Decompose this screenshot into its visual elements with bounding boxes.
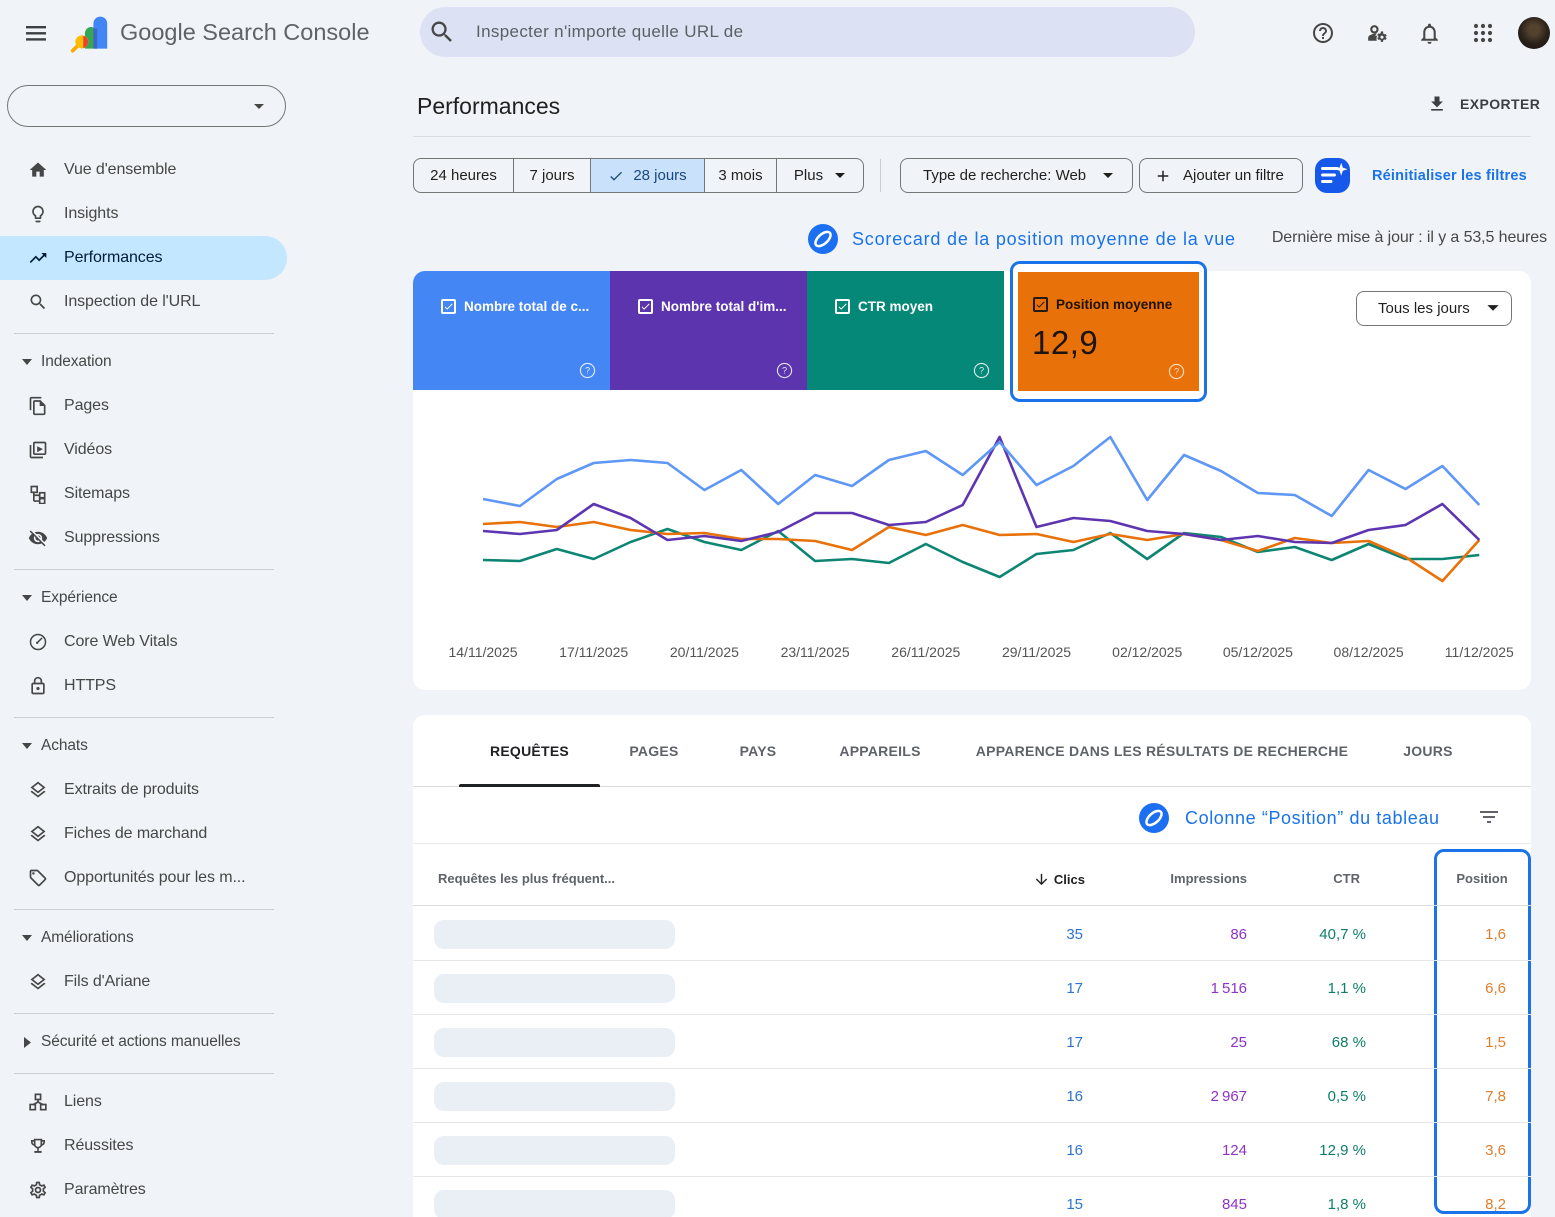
svg-text:?: ? bbox=[979, 366, 984, 376]
svg-text:08/12/2025: 08/12/2025 bbox=[1334, 644, 1404, 660]
svg-text:26/11/2025: 26/11/2025 bbox=[891, 644, 960, 660]
svg-text:29/11/2025: 29/11/2025 bbox=[1002, 644, 1071, 660]
svg-text:23/11/2025: 23/11/2025 bbox=[781, 644, 850, 660]
svg-text:?: ? bbox=[782, 366, 787, 376]
svg-text:?: ? bbox=[1174, 367, 1179, 377]
svg-text:17/11/2025: 17/11/2025 bbox=[559, 644, 628, 660]
svg-text:20/11/2025: 20/11/2025 bbox=[670, 644, 739, 660]
svg-text:14/11/2025: 14/11/2025 bbox=[448, 644, 517, 660]
svg-text:11/12/2025: 11/12/2025 bbox=[1445, 644, 1514, 660]
svg-text:05/12/2025: 05/12/2025 bbox=[1223, 644, 1293, 660]
svg-text:?: ? bbox=[585, 366, 590, 376]
svg-text:02/12/2025: 02/12/2025 bbox=[1112, 644, 1182, 660]
